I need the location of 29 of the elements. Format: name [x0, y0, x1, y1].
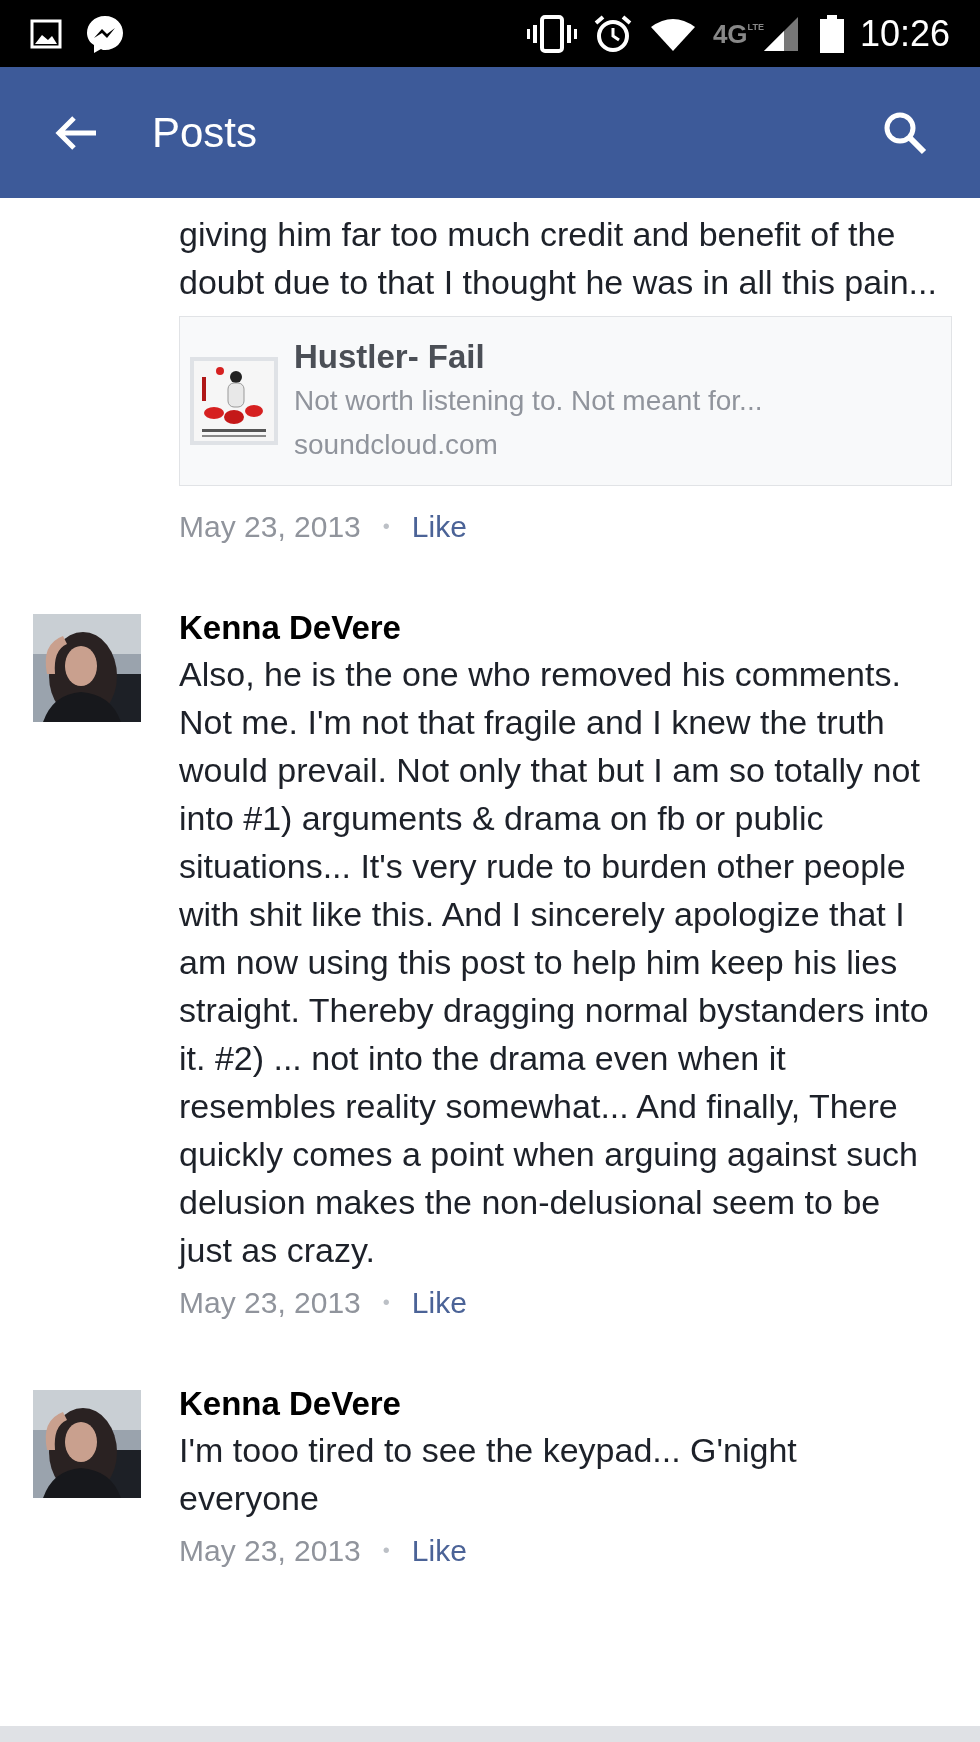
alarm-icon — [592, 13, 633, 54]
link-description: Not worth listening to. Not meant for... — [294, 384, 763, 418]
comment-text: I'm tooo tired to see the keypad... G'night everyone — [179, 1430, 798, 1519]
link-domain: soundcloud.com — [294, 428, 499, 462]
back-arrow-icon — [54, 113, 98, 152]
comment-text: giving him far too much credit and benefit of the doubt due to that I thought he was in all this pain... — [179, 214, 938, 303]
comment-date: May 23, 2013 — [179, 1532, 361, 1569]
author-name[interactable]: Kenna DeVere — [179, 1382, 940, 1426]
like-link[interactable]: Like — [411, 1527, 467, 1573]
signal-icon — [763, 16, 798, 51]
comment-date: May 23, 2013 — [179, 1284, 361, 1321]
vibrate-icon — [526, 14, 577, 53]
separator-dot: • — [382, 1290, 390, 1315]
network-subtype: LTE — [747, 22, 764, 32]
like-link[interactable]: Like — [411, 1279, 467, 1325]
network-type: 4G — [712, 20, 748, 47]
like-link[interactable]: Like — [411, 503, 467, 549]
clock-time: 10:26 — [859, 11, 950, 56]
wifi-icon — [650, 16, 695, 51]
comment-text: Also, he is the one who removed his comments. Not me. I'm not that fragile and I knew the truth would prevail. Not only that but I am so totally not into #1) arguments & drama on fb or public situations... It's very rude to burden other people with shit like this. And I sincerely apologize that I am now using this post to help him keep his lies straight. Thereby dragging normal bystanders into it. #2) ... not into the drama even when it resembles reality somewhat... And finally, There quickly comes a point when arguing against such delusion makes the non-delusional seem to be just as crazy. — [179, 654, 930, 1271]
battery-icon — [819, 14, 844, 53]
image-icon — [30, 18, 62, 49]
comment-date: May 23, 2013 — [179, 508, 361, 545]
link-title: Hustler- Fail — [294, 337, 486, 377]
author-name[interactable]: Kenna DeVere — [179, 606, 940, 650]
separator-dot: • — [382, 514, 390, 539]
page-title: Posts — [152, 108, 258, 158]
link-preview-card[interactable]: Hustler- Fail Not worth listening to. Not meant for... soundcloud.com — [179, 316, 952, 486]
separator-dot: • — [382, 1538, 390, 1563]
